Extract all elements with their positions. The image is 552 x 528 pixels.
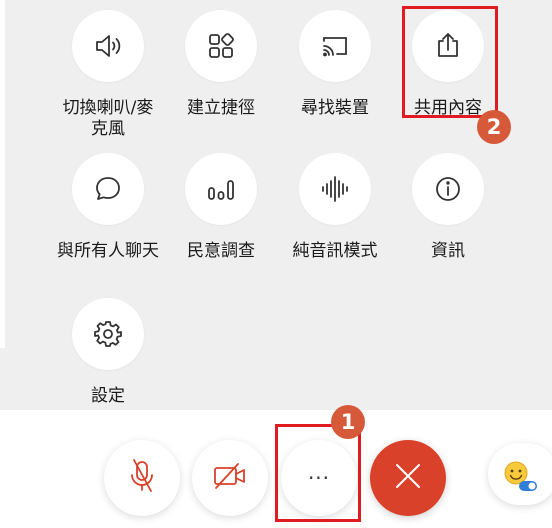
info-button[interactable] [412,153,484,225]
speaker-icon [92,30,124,62]
audio-only-label: 純音訊模式 [292,241,378,261]
menu-item-switch-audio[interactable]: 切換喇叭/麥 克風 [51,10,165,140]
menu-item-find-device[interactable]: 尋找裝置 [278,10,392,119]
mute-button[interactable] [104,440,180,516]
chat-bubble-icon [92,173,124,205]
find-device-label: 尋找裝置 [301,98,369,118]
create-shortcut-button[interactable] [185,10,257,82]
video-button[interactable] [192,440,268,516]
video-off-icon [212,461,248,495]
reactions-button[interactable] [488,443,552,505]
switch-audio-label: 切換喇叭/麥 克風 [62,98,154,139]
end-call-button[interactable] [370,440,446,516]
more-options-panel: 切換喇叭/麥 克風 建立捷徑 尋找裝置 共用內容 與所有人聊天 民意調查 純音訊… [0,0,552,410]
switch-audio-button[interactable] [72,10,144,82]
poll-button[interactable] [185,153,257,225]
cast-icon [319,30,351,62]
poll-bars-icon [205,173,237,205]
info-label: 資訊 [431,241,465,261]
menu-item-chat-everyone[interactable]: 與所有人聊天 [51,153,165,262]
menu-item-create-shortcut[interactable]: 建立捷徑 [164,10,278,119]
microphone-muted-icon [127,459,157,497]
emoji-reactions-icon [502,460,538,496]
shortcut-grid-icon [206,31,236,61]
audio-only-button[interactable] [299,153,371,225]
share-upload-icon [432,30,464,62]
more-dots-icon: ··· [307,466,331,490]
meeting-control-bar [0,410,552,528]
poll-label: 民意調查 [187,241,255,261]
menu-item-share-content[interactable]: 共用內容 [391,10,505,119]
share-content-button[interactable] [412,10,484,82]
settings-label: 設定 [91,386,125,406]
info-icon [432,173,464,205]
find-device-button[interactable] [299,10,371,82]
create-shortcut-label: 建立捷徑 [187,98,255,118]
menu-item-audio-only[interactable]: 純音訊模式 [278,153,392,262]
panel-edge [0,0,5,348]
step-badge-1: 1 [331,405,365,439]
more-button[interactable]: ··· [281,440,357,516]
close-icon [394,462,422,494]
menu-item-poll[interactable]: 民意調查 [164,153,278,262]
chat-everyone-label: 與所有人聊天 [57,241,159,261]
menu-item-settings[interactable]: 設定 [51,298,165,407]
chat-everyone-button[interactable] [72,153,144,225]
menu-item-info[interactable]: 資訊 [391,153,505,262]
step-badge-2: 2 [477,110,511,144]
gear-icon [92,318,124,350]
settings-button[interactable] [72,298,144,370]
audio-waveform-icon [318,172,352,206]
